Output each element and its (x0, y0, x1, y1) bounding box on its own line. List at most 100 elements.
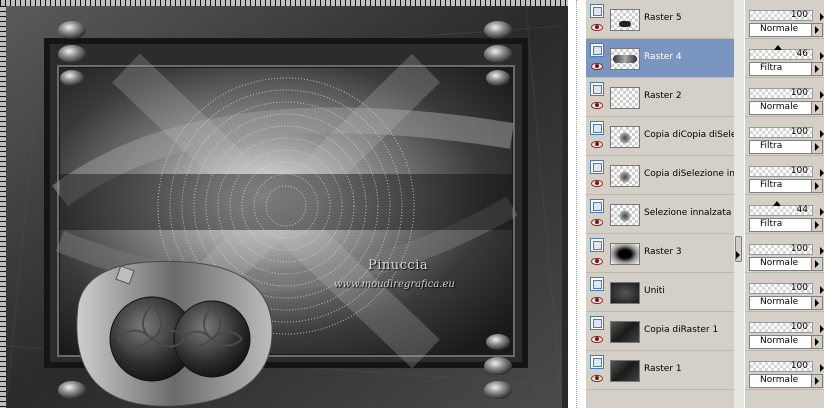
blend-mode-select[interactable]: Normale (749, 257, 823, 271)
blend-dropdown-arrow-icon[interactable] (811, 336, 822, 348)
blend-mode-select[interactable]: Normale (749, 335, 823, 349)
blend-mode-value: Normale (760, 336, 799, 346)
opacity-value: 100 (790, 88, 808, 98)
layer-properties-row: 100 Filtra (745, 156, 824, 195)
layer-properties-row: 100 Normale (745, 351, 824, 390)
layer-name: Copia diRaster 1 (644, 325, 719, 335)
layer-type-icon (590, 316, 604, 330)
blend-dropdown-arrow-icon[interactable] (811, 141, 822, 153)
artwork (6, 6, 562, 408)
layer-name: Raster 5 (644, 13, 682, 23)
opacity-value: 100 (790, 10, 808, 20)
layer-name: Raster 2 (644, 91, 682, 101)
layer-properties-row: 100 Normale (745, 273, 824, 312)
layer-name: Raster 1 (644, 364, 682, 374)
opacity-value: 44 (796, 205, 808, 215)
layer-properties-row: 100 Normale (745, 0, 824, 39)
layers-scrollbar[interactable] (734, 0, 744, 408)
layers-palette: Raster 5 Raster 4 Raster 2 Copia diCopia di… (586, 0, 744, 408)
opacity-spin-arrow-icon[interactable] (820, 364, 824, 372)
layer-row[interactable]: Copia diCopia diSelez (586, 117, 736, 156)
opacity-spin-arrow-icon[interactable] (820, 247, 824, 255)
blend-mode-select[interactable]: Filtra (749, 140, 823, 154)
visibility-eye-icon[interactable] (591, 24, 603, 31)
visibility-eye-icon[interactable] (591, 258, 603, 265)
opacity-value: 100 (790, 127, 808, 137)
blend-mode-select[interactable]: Normale (749, 23, 823, 37)
watermark-url: www.moudiregrafica.eu (334, 279, 455, 290)
opacity-value: 100 (790, 361, 808, 371)
blend-mode-select[interactable]: Normale (749, 101, 823, 115)
opacity-slider[interactable]: 100 (749, 322, 813, 333)
layer-row[interactable]: Raster 1 (586, 351, 734, 390)
visibility-eye-icon[interactable] (591, 297, 603, 304)
layer-thumbnail (610, 126, 640, 148)
opacity-value: 100 (790, 283, 808, 293)
image-canvas[interactable]: Pinuccia www.moudiregrafica.eu (0, 0, 568, 408)
opacity-slider[interactable]: 100 (749, 166, 813, 177)
layer-name: Raster 4 (644, 52, 682, 62)
opacity-slider[interactable]: 44 (749, 205, 813, 216)
blend-mode-select[interactable]: Normale (749, 296, 823, 310)
blend-mode-value: Normale (760, 258, 799, 268)
opacity-spin-arrow-icon[interactable] (820, 286, 824, 294)
opacity-spin-arrow-icon[interactable] (820, 325, 824, 333)
opacity-spin-arrow-icon[interactable] (820, 52, 824, 60)
opacity-slider[interactable]: 100 (749, 88, 813, 99)
layer-type-icon (590, 199, 604, 213)
visibility-eye-icon[interactable] (591, 219, 603, 226)
opacity-spin-arrow-icon[interactable] (820, 91, 824, 99)
layer-row[interactable]: Copia diSelezione innal (586, 156, 736, 195)
layer-thumbnail (610, 282, 640, 304)
layer-row[interactable]: Raster 2 (586, 78, 734, 117)
visibility-eye-icon[interactable] (591, 102, 603, 109)
opacity-spin-arrow-icon[interactable] (820, 169, 824, 177)
layer-name: Copia diCopia diSelez (644, 130, 736, 140)
opacity-spin-arrow-icon[interactable] (820, 208, 824, 216)
blend-dropdown-arrow-icon[interactable] (811, 297, 822, 309)
blend-dropdown-arrow-icon[interactable] (811, 63, 822, 75)
blend-dropdown-arrow-icon[interactable] (811, 219, 822, 231)
layer-row[interactable]: Raster 4 (586, 39, 734, 78)
layer-row[interactable]: Selezione innalzata (586, 195, 734, 234)
layer-properties-panel: 100 Normale 46 Filtra 100 Normale 100 Filtra 100… (744, 0, 824, 408)
layer-name: Selezione innalzata (644, 208, 732, 218)
layer-row[interactable]: Raster 3 (586, 234, 734, 273)
panel-expand-arrow-icon[interactable] (736, 251, 740, 259)
blend-mode-select[interactable]: Normale (749, 374, 823, 388)
opacity-slider[interactable]: 100 (749, 361, 813, 372)
layer-type-icon (590, 121, 604, 135)
blend-mode-select[interactable]: Filtra (749, 218, 823, 232)
layer-thumbnail (610, 87, 640, 109)
visibility-eye-icon[interactable] (591, 336, 603, 343)
layer-row[interactable]: Uniti (586, 273, 734, 312)
layer-row[interactable]: Copia diRaster 1 (586, 312, 734, 351)
layer-type-icon (590, 160, 604, 174)
blend-mode-select[interactable]: Filtra (749, 62, 823, 76)
opacity-slider[interactable]: 100 (749, 283, 813, 294)
blend-mode-select[interactable]: Filtra (749, 179, 823, 193)
opacity-slider[interactable]: 46 (749, 49, 813, 60)
visibility-eye-icon[interactable] (591, 141, 603, 148)
blend-mode-value: Normale (760, 102, 799, 112)
blend-dropdown-arrow-icon[interactable] (811, 258, 822, 270)
opacity-slider-marker-icon[interactable] (774, 45, 782, 50)
opacity-slider-marker-icon[interactable] (773, 201, 781, 206)
opacity-slider[interactable]: 100 (749, 127, 813, 138)
blend-mode-value: Filtra (760, 180, 783, 190)
blend-dropdown-arrow-icon[interactable] (811, 180, 822, 192)
visibility-eye-icon[interactable] (591, 63, 603, 70)
blend-mode-value: Filtra (760, 141, 783, 151)
opacity-slider[interactable]: 100 (749, 244, 813, 255)
visibility-eye-icon[interactable] (591, 180, 603, 187)
layer-name: Raster 3 (644, 247, 682, 257)
opacity-spin-arrow-icon[interactable] (820, 130, 824, 138)
visibility-eye-icon[interactable] (591, 375, 603, 382)
opacity-value: 100 (790, 322, 808, 332)
layer-row[interactable]: Raster 5 (586, 0, 734, 39)
opacity-slider[interactable]: 100 (749, 10, 813, 21)
blend-dropdown-arrow-icon[interactable] (811, 102, 822, 114)
blend-dropdown-arrow-icon[interactable] (811, 24, 822, 36)
blend-dropdown-arrow-icon[interactable] (811, 375, 822, 387)
opacity-spin-arrow-icon[interactable] (820, 13, 824, 21)
